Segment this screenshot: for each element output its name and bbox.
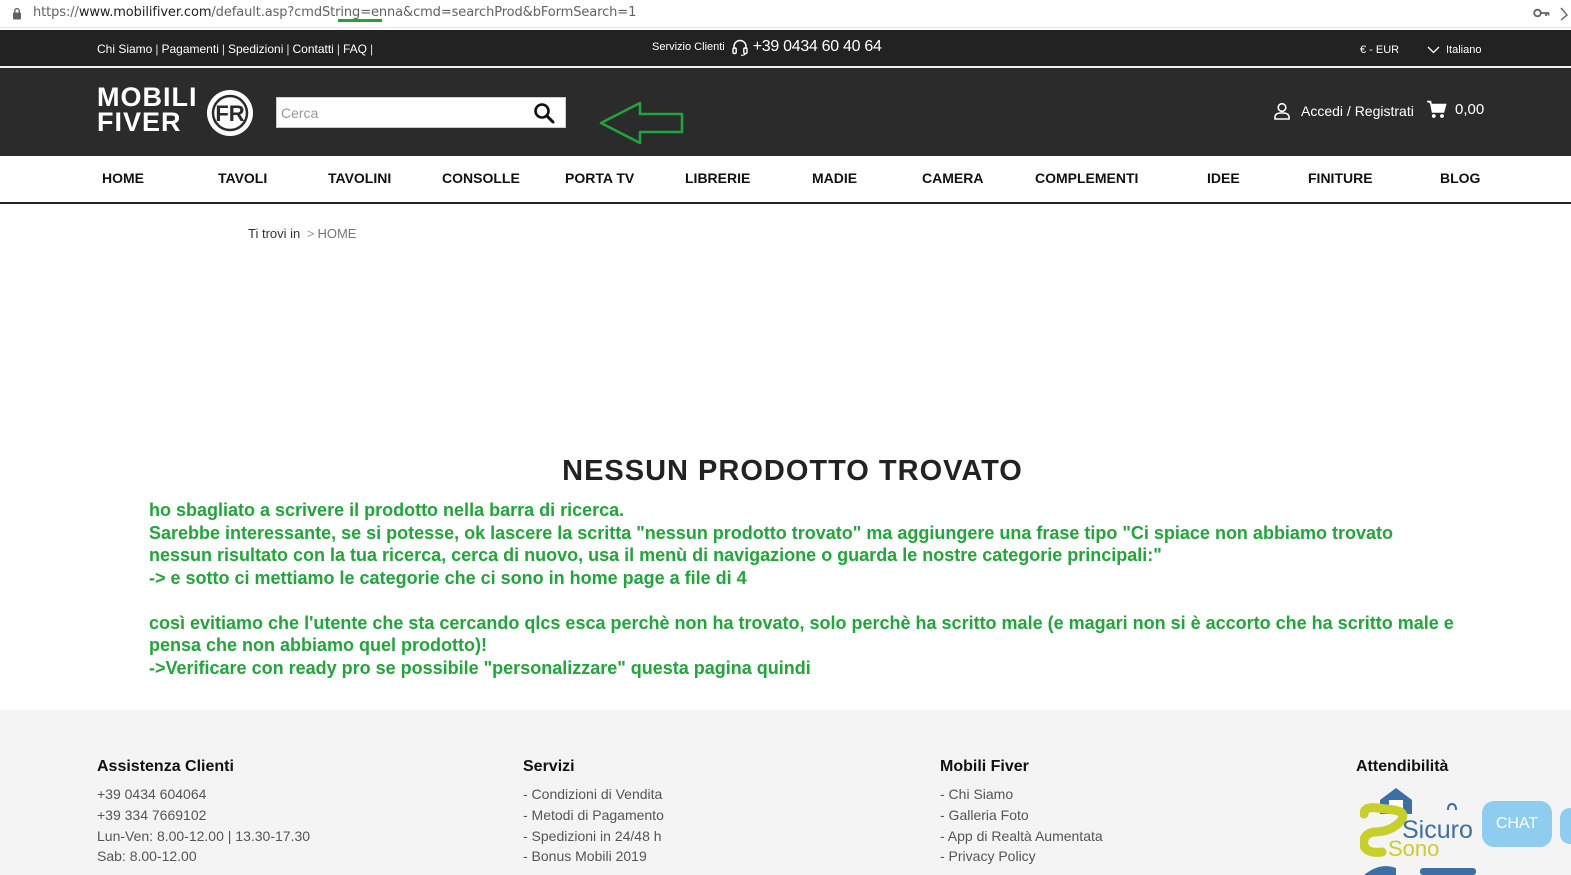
annotation-arrow-icon <box>599 101 684 145</box>
annotation-line: -> e sotto ci mettiamo le categorie che … <box>149 567 747 588</box>
nav-item-tavoli[interactable]: TAVOLI <box>218 170 267 186</box>
nav-item-camera[interactable]: CAMERA <box>922 170 983 186</box>
breadcrumb: Ti trovi in > HOME <box>248 226 356 241</box>
nav-item-consolle[interactable]: CONSOLLE <box>442 170 520 186</box>
nav-item-porta-tv[interactable]: PORTA TV <box>565 170 634 186</box>
main-navigation: HOME TAVOLI TAVOLINI CONSOLLE PORTA TV L… <box>0 156 1571 204</box>
footer-link[interactable]: - Galleria Foto <box>940 805 1103 826</box>
annotation-line: ->Verificare con ready pro se possibile … <box>149 657 811 678</box>
cart-link[interactable]: 0,00 <box>1426 100 1484 119</box>
footer-link[interactable]: - Chi Siamo <box>940 784 1103 805</box>
bookmark-star-icon[interactable] <box>1559 4 1571 22</box>
account-label: Accedi / Registrati <box>1301 103 1414 119</box>
footer-link[interactable]: - Bonus Mobili 2019 <box>523 846 664 867</box>
toplink-separator: | <box>286 42 290 56</box>
cart-icon <box>1427 100 1447 118</box>
nav-item-finiture[interactable]: FINITURE <box>1308 170 1373 186</box>
lock-icon <box>13 7 21 20</box>
toplink-faq[interactable]: FAQ <box>343 42 367 56</box>
footer-hours-weekday: Lun-Ven: 8.00-12.00 | 13.30-17.30 <box>97 827 311 844</box>
footer-heading: Attendibilità <box>1356 758 1449 775</box>
toplink-separator: | <box>336 42 340 56</box>
toplink-spedizioni[interactable]: Spedizioni <box>228 42 283 56</box>
site-logo[interactable]: MOBILI FIVER FR <box>97 84 257 139</box>
service-phone[interactable]: +39 0434 60 40 64 <box>753 38 882 56</box>
toplink-separator: | <box>369 42 374 56</box>
badge-word-sono: Sono <box>1388 836 1439 861</box>
footer-col-servizi: Servizi - Condizioni di Vendita - Metodi… <box>523 758 664 867</box>
cart-total: 0,00 <box>1455 101 1485 118</box>
search-box <box>276 97 566 128</box>
footer-heading: Mobili Fiver <box>940 758 1029 775</box>
account-link[interactable]: Accedi / Registrati <box>1273 102 1414 120</box>
breadcrumb-home[interactable]: HOME <box>317 226 356 241</box>
chat-tab-edge[interactable] <box>1560 808 1571 844</box>
toplink-separator: | <box>155 42 159 56</box>
fiver-logo-icon: FR <box>207 90 253 136</box>
service-label: Servizio Clienti <box>652 41 725 53</box>
chat-button[interactable]: CHAT <box>1482 801 1552 847</box>
top-links: Chi Siamo | Pagamenti | Spedizioni | Contatti |… <box>97 42 376 56</box>
footer-phone-1[interactable]: +39 0434 604064 <box>97 784 310 805</box>
footer-col-mobili-fiver: Mobili Fiver - Chi Siamo - Galleria Foto… <box>940 758 1103 867</box>
footer-col-assistenza: Assistenza Clienti +39 0434 604064 +39 3… <box>97 758 310 867</box>
nav-item-blog[interactable]: BLOG <box>1440 170 1480 186</box>
footer-link[interactable]: - Privacy Policy <box>940 846 1103 867</box>
toplink-pagamenti[interactable]: Pagamenti <box>161 42 218 56</box>
site-header: MOBILI FIVER FR Accedi / Registrati 0,00 <box>0 68 1571 156</box>
footer-heading: Assistenza Clienti <box>97 758 234 775</box>
footer-link[interactable]: - Condizioni di Vendita <box>523 784 664 805</box>
logo-mark-text: FR <box>215 101 244 126</box>
language-selector[interactable]: Italiano <box>1427 44 1481 56</box>
annotation-note: ho sbagliato a scrivere il prodotto nell… <box>149 499 1459 679</box>
key-icon[interactable] <box>1533 6 1551 20</box>
nav-item-idee[interactable]: IDEE <box>1207 170 1240 186</box>
footer-link[interactable]: - Metodi di Pagamento <box>523 805 664 826</box>
logo-line-2: FIVER <box>97 107 182 137</box>
url-highlight-underline <box>338 19 382 22</box>
toplink-contatti[interactable]: Contatti <box>292 42 333 56</box>
sono-sicuro-badge-icon[interactable]: Sicuro Sono <box>1360 788 1480 875</box>
logo-wordmark: MOBILI FIVER <box>97 84 198 137</box>
url-text[interactable]: https://www.mobilifiver.com/default.asp?… <box>33 5 636 20</box>
headset-icon <box>732 39 748 56</box>
footer-heading: Servizi <box>523 758 575 775</box>
toplink-separator: | <box>221 42 225 56</box>
url-path: /default.asp?cmdString=enna&cmd=searchPr… <box>211 5 637 20</box>
chevron-down-icon <box>1427 46 1440 54</box>
top-info-bar: Chi Siamo | Pagamenti | Spedizioni | Contatti |… <box>0 30 1571 66</box>
annotation-line: ho sbagliato a scrivere il prodotto nell… <box>149 500 625 520</box>
browser-address-bar[interactable]: https://www.mobilifiver.com/default.asp?… <box>0 0 1571 28</box>
footer-phone-2[interactable]: +39 334 7669102 <box>97 805 310 826</box>
annotation-line: Sarebbe interessante, se si potesse, ok … <box>149 522 1393 566</box>
nav-item-madie[interactable]: MADIE <box>812 170 857 186</box>
nav-item-tavolini[interactable]: TAVOLINI <box>328 170 391 186</box>
language-label: Italiano <box>1446 44 1482 56</box>
url-scheme: https:// <box>33 5 79 20</box>
footer-col-attendibilita: Attendibilità <box>1356 758 1448 784</box>
currency-selector[interactable]: € - EUR <box>1360 44 1399 56</box>
nav-item-librerie[interactable]: LIBRERIE <box>685 170 750 186</box>
page-title: NESSUN PRODOTTO TROVATO <box>562 455 1023 487</box>
footer-link[interactable]: - Spedizioni in 24/48 h <box>523 826 664 847</box>
toplink-chi-siamo[interactable]: Chi Siamo <box>97 42 152 56</box>
annotation-spacer <box>149 589 1459 612</box>
breadcrumb-separator: > <box>306 226 315 241</box>
search-input[interactable] <box>277 98 527 127</box>
nav-item-complementi[interactable]: COMPLEMENTI <box>1035 170 1138 186</box>
customer-service: Servizio Clienti +39 0434 60 40 64 <box>652 38 882 56</box>
footer-hours-saturday: Sab: 8.00-12.00 <box>97 848 197 865</box>
nav-item-home[interactable]: HOME <box>102 170 144 186</box>
site-footer: Assistenza Clienti +39 0434 604064 +39 3… <box>0 710 1571 875</box>
footer-link[interactable]: - App di Realtà Aumentata <box>940 826 1103 847</box>
breadcrumb-prefix: Ti trovi in <box>248 226 301 241</box>
search-icon[interactable] <box>533 102 555 124</box>
url-host: www.mobilifiver.com <box>78 5 212 20</box>
user-icon <box>1274 102 1290 120</box>
annotation-line: così evitiamo che l'utente che sta cerca… <box>149 612 1454 656</box>
